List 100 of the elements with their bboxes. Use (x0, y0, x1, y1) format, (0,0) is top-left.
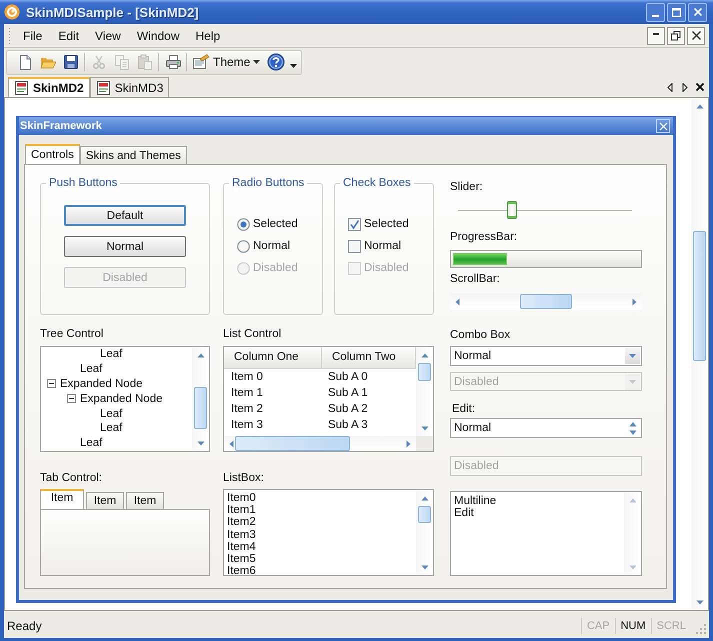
close-button[interactable] (695, 80, 705, 94)
child-minimize-button[interactable] (647, 26, 665, 44)
menu-item[interactable]: File (15, 26, 50, 46)
document-tab[interactable]: SkinMD2 (8, 77, 90, 97)
vertical-scrollbar[interactable] (691, 98, 708, 610)
right-arrow-icon (405, 440, 412, 448)
table-cell-text: Item 1 (230, 387, 264, 399)
minimize-icon (653, 32, 659, 34)
checkbox-label: Selected (364, 218, 409, 230)
scroll-thumb[interactable] (693, 231, 706, 361)
scroll-thumb[interactable] (194, 387, 207, 429)
resize-grip-icon (695, 623, 707, 635)
group-title: Check Boxes (342, 177, 412, 189)
caret-icon (629, 380, 636, 384)
push-button[interactable]: Normal (64, 236, 186, 257)
tree-item[interactable]: Leaf (80, 437, 102, 450)
document-icon (14, 80, 29, 96)
scissors-icon (90, 54, 106, 70)
status-indicator: NUM (614, 618, 651, 634)
slider-label: Slider: (450, 181, 484, 194)
tree-item[interactable]: Leaf (80, 363, 102, 376)
multiline-field[interactable]: Multiline Edit (450, 490, 642, 576)
scroll-right-button[interactable] (680, 80, 690, 94)
tree-item[interactable]: Leaf (100, 348, 122, 360)
scroll-left-button[interactable] (665, 80, 675, 94)
tab-control-label: Tab Control: (40, 471, 104, 486)
vertical-scrollbar[interactable] (192, 347, 209, 451)
vertical-scrollbar[interactable] (416, 347, 433, 436)
tree-item[interactable]: Leaf (100, 422, 122, 434)
grip-icon (8, 26, 11, 44)
spin-field[interactable]: Normal (450, 418, 642, 438)
down-arrow-icon (420, 564, 428, 571)
down-arrow-icon (420, 425, 428, 432)
list-item[interactable]: Item4 (227, 540, 416, 553)
list-item[interactable]: Item6 (227, 565, 416, 575)
column-header[interactable]: Column One (224, 347, 322, 368)
list-item[interactable]: Item0 (227, 492, 416, 504)
up-arrow-icon (420, 495, 428, 502)
tab[interactable]: Skins and Themes (80, 146, 187, 164)
app-logo-icon (4, 4, 20, 20)
printer-icon (164, 54, 180, 70)
table-cell-text: Sub A 0 (326, 371, 369, 383)
vertical-scrollbar[interactable] (416, 490, 433, 575)
menu-item[interactable]: View (87, 26, 129, 46)
status-text: Ready (7, 619, 43, 633)
tree-item[interactable]: Expanded Node (60, 378, 142, 390)
up-arrow-icon (696, 103, 704, 110)
edit-label: Edit: (451, 403, 476, 416)
spin-down-button[interactable] (627, 428, 639, 437)
dropdown-button[interactable] (625, 348, 640, 364)
spin-up-button[interactable] (627, 420, 639, 428)
child-close-button[interactable] (687, 26, 705, 44)
tab[interactable]: Item (86, 492, 124, 509)
window-title: SkinMDISample - [SkinMD2] (26, 4, 200, 20)
scroll-thumb[interactable] (418, 506, 431, 523)
checkbox-label: Disabled (364, 262, 409, 274)
up-arrow-icon (420, 352, 428, 359)
scroll-thumb[interactable] (418, 363, 431, 381)
horizontal-scrollbar[interactable] (224, 436, 416, 451)
theme-button[interactable]: Theme (189, 51, 264, 73)
tree-item[interactable]: Expanded Node (80, 392, 162, 405)
right-arrow-icon (682, 82, 688, 92)
list-item[interactable]: Item2 (227, 516, 416, 529)
menu-item[interactable]: Help (188, 26, 228, 46)
up-arrow-icon (628, 496, 636, 504)
menu-item[interactable]: Window (128, 26, 188, 46)
table-cell-text: Sub A 1 (326, 387, 369, 399)
status-indicator: SCRL (650, 618, 691, 634)
tree-item[interactable]: Leaf (100, 408, 122, 420)
close-icon (696, 83, 704, 91)
group-title: Radio Buttons (231, 177, 306, 189)
list-item[interactable]: Item1 (227, 504, 416, 516)
tab[interactable]: Item (40, 489, 84, 509)
caret-icon (629, 354, 636, 358)
list-item[interactable]: Item5 (227, 552, 416, 566)
left-arrow-icon (667, 82, 673, 92)
caret-icon (253, 60, 260, 64)
horizontal-scrollbar[interactable] (450, 293, 642, 310)
combo-box[interactable]: Normal (450, 346, 642, 366)
document-tab[interactable]: SkinMD3 (90, 77, 170, 97)
right-arrow-icon (631, 298, 638, 306)
scrollbar-label: ScrollBar: (450, 273, 501, 286)
push-button[interactable]: Default (64, 205, 186, 226)
list-item[interactable]: Item3 (227, 528, 416, 541)
slider-thumb[interactable] (506, 201, 517, 219)
down-arrow-icon (628, 564, 636, 572)
scroll-thumb[interactable] (235, 436, 350, 451)
tab[interactable]: Item (126, 492, 164, 509)
child-window-title: SkinFramework (20, 120, 102, 132)
menu-item[interactable]: Edit (50, 26, 88, 46)
close-icon (694, 8, 702, 16)
minimize-button[interactable] (646, 2, 665, 22)
list-box-label: ListBox: (223, 471, 265, 486)
scroll-thumb[interactable] (520, 294, 572, 310)
overflow-caret-icon (290, 62, 298, 68)
child-restore-button[interactable] (667, 26, 685, 44)
combo-box-label: Combo Box (450, 329, 512, 342)
checkbox-label: Normal (364, 240, 402, 252)
tab[interactable]: Controls (25, 144, 80, 164)
maximize-button[interactable] (667, 2, 686, 22)
